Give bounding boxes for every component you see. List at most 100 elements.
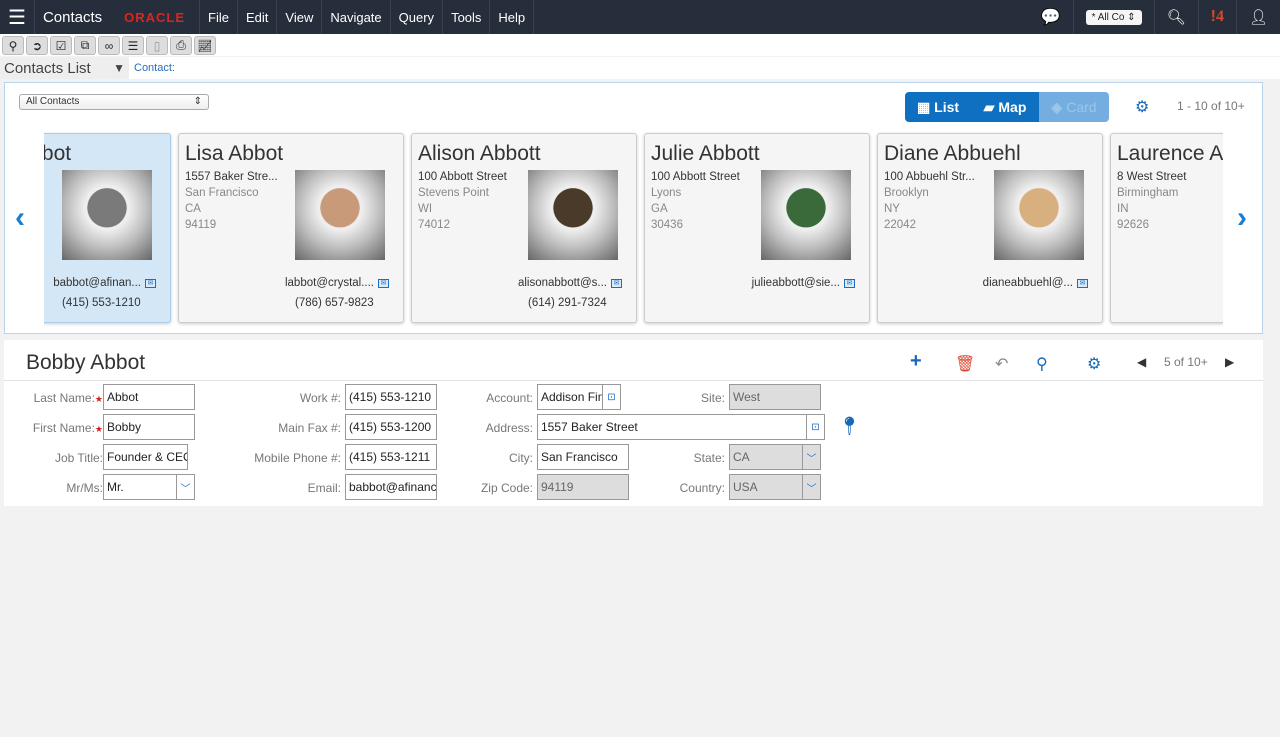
mr-ms-field[interactable]: Mr. ﹀ xyxy=(103,474,195,500)
label-text: Main Fax #: xyxy=(278,421,341,435)
state: CA xyxy=(185,203,201,215)
card-email[interactable]: dianeabbuehl@... ✉ xyxy=(983,277,1088,289)
state: GA xyxy=(651,203,668,215)
contact-card[interactable]: Lisa Abbot 1557 Baker Stre... San Francis… xyxy=(178,133,404,323)
last-name-label: Last Name:★ xyxy=(0,391,103,405)
account-label: Account: xyxy=(413,391,533,405)
state-field[interactable]: CA ﹀ xyxy=(729,444,821,470)
site-field[interactable]: West xyxy=(729,384,821,410)
card-address: 1557 Baker Stre... San Francisco CA 94119 xyxy=(185,169,278,233)
hamburger-icon[interactable]: ☰ xyxy=(0,0,35,34)
label: Card xyxy=(1066,99,1097,115)
field-value: Abbot xyxy=(107,390,139,404)
contact-card[interactable]: Julie Abbott 100 Abbott Street Lyons GA 304… xyxy=(644,133,870,323)
country-field[interactable]: USA ﹀ xyxy=(729,474,821,500)
layers-icon: ◈ xyxy=(1051,98,1063,115)
card-email[interactable]: alisonabbott@s... ✉ xyxy=(518,277,622,289)
filter-select[interactable]: All Contacts ⇕ xyxy=(19,94,209,110)
map-pin-icon[interactable]: 📍︎ xyxy=(838,416,861,437)
contact-card[interactable]: Laurence Abbott 8 West Street Birmingham I… xyxy=(1110,133,1223,323)
card-phone: (786) 657-9823 xyxy=(295,297,374,309)
menu-tools[interactable]: Tools xyxy=(443,0,491,34)
label-text: Site: xyxy=(700,391,725,405)
previous-arrow-icon[interactable]: ‹ xyxy=(15,201,25,235)
chat-icon[interactable]: 💬 xyxy=(1029,0,1073,34)
label-text: Address: xyxy=(485,421,533,435)
next-arrow-icon[interactable]: › xyxy=(1237,201,1247,235)
field-value: Founder & CEO xyxy=(107,450,188,464)
next-record-icon[interactable]: ▶ xyxy=(1225,355,1234,369)
add-icon[interactable]: + xyxy=(910,350,922,373)
contact-card[interactable]: Diane Abbuehl 100 Abbuehl Str... Brooklyn… xyxy=(877,133,1103,323)
print-icon[interactable]: ⎙ xyxy=(170,36,192,55)
field-value: Bobby xyxy=(107,420,142,434)
search-icon[interactable]: ⚲ xyxy=(2,36,24,55)
card-view-button[interactable]: ◈ Card xyxy=(1039,92,1109,122)
chevron-down-icon[interactable]: ﹀ xyxy=(802,445,820,469)
notifications-button[interactable]: ! 4 xyxy=(1197,0,1236,34)
view-name: Contacts List xyxy=(4,59,91,77)
state: NY xyxy=(884,203,900,215)
menu-view[interactable]: View xyxy=(277,0,323,34)
chart-icon[interactable]: 📈︎ xyxy=(194,36,216,55)
record-range: 1 - 10 of 10+ xyxy=(1177,99,1245,113)
street: 1557 Baker Stre... xyxy=(185,171,278,183)
street: 100 Abbuehl Str... xyxy=(884,171,975,183)
go-icon[interactable]: ➲ xyxy=(26,36,48,55)
caret-down-icon: ▼ xyxy=(113,61,125,75)
notification-count: 4 xyxy=(1215,8,1224,25)
list-view-button[interactable]: ▦ List xyxy=(905,92,971,122)
email-icon[interactable]: ✉ xyxy=(611,278,622,288)
card-email[interactable]: babbot@afinan... ✉ xyxy=(53,277,156,289)
email-icon[interactable]: ✉ xyxy=(1077,278,1088,288)
gear-icon[interactable]: ⚙ xyxy=(1087,354,1101,374)
undo-icon[interactable]: ↶ xyxy=(995,354,1008,374)
site-label: Site: xyxy=(605,391,725,405)
last-name-field[interactable]: Abbot xyxy=(103,384,195,410)
job-title-field[interactable]: Founder & CEO xyxy=(103,444,188,470)
first-name-field[interactable]: Bobby xyxy=(103,414,195,440)
contacts-list-panel: All Contacts ⇕ ▦ List ▰ Map ◈ Card ⚙ 1 - 10 … xyxy=(4,82,1263,334)
contact-card[interactable]: Bobby Abbot babbot@afinan... ✉ (415) 553-… xyxy=(44,133,171,323)
email-icon[interactable]: ✉ xyxy=(378,278,389,288)
country-label: Country: xyxy=(605,481,725,495)
search-icon[interactable]: ⚲ xyxy=(1036,354,1048,374)
card-email[interactable]: labbot@crystal.... ✉ xyxy=(285,277,389,289)
card-address: 100 Abbuehl Str... Brooklyn NY 22042 xyxy=(884,169,975,233)
company-selector[interactable]: * All Co ⇕ xyxy=(1072,0,1154,34)
checklist-icon[interactable]: ☑ xyxy=(50,36,72,55)
field-value: USA xyxy=(733,480,758,494)
email-icon[interactable]: ✉ xyxy=(145,278,156,288)
trash-icon[interactable]: 🗑︎ xyxy=(955,354,975,374)
user-icon[interactable]: 👤︎ xyxy=(1235,0,1280,34)
mr-ms-label: Mr/Ms: xyxy=(0,481,103,495)
card-phone: (415) 553-1210 xyxy=(62,297,141,309)
address-field[interactable]: 1557 Baker Street ⊡ xyxy=(537,414,825,440)
gear-icon[interactable]: ⚙ xyxy=(1135,97,1149,117)
email-icon[interactable]: ✉ xyxy=(844,278,855,288)
menu-file[interactable]: File xyxy=(200,0,238,34)
label-text: Last Name: xyxy=(33,391,95,405)
link-icon[interactable]: ∞ xyxy=(98,36,120,55)
copy-icon[interactable]: ⧉ xyxy=(74,36,96,55)
previous-record-icon[interactable]: ◀ xyxy=(1137,355,1146,369)
menu-help[interactable]: Help xyxy=(490,0,535,34)
contact-card[interactable]: Alison Abbott 100 Abbott Street Stevens P… xyxy=(411,133,637,323)
card-carousel: Bobby Abbot babbot@afinan... ✉ (415) 553-… xyxy=(44,131,1223,327)
clipboard-icon[interactable]: ▯ xyxy=(146,36,168,55)
chevron-down-icon[interactable]: ﹀ xyxy=(176,475,194,499)
chevron-down-icon[interactable]: ﹀ xyxy=(802,475,820,499)
menu-navigate[interactable]: Navigate xyxy=(322,0,391,34)
fax-label: Main Fax #: xyxy=(221,421,341,435)
menu-edit[interactable]: Edit xyxy=(238,0,278,34)
view-selector[interactable]: Contacts List ▼ xyxy=(0,57,129,79)
context-link[interactable]: Contact: xyxy=(129,62,175,74)
search-icon[interactable]: 🔍︎ xyxy=(1153,0,1198,34)
map-view-button[interactable]: ▰ Map xyxy=(971,92,1039,122)
card-name: Laurence Abbott xyxy=(1117,142,1223,165)
list-icon[interactable]: ☰ xyxy=(122,36,144,55)
card-email[interactable]: julieabbott@sie... ✉ xyxy=(752,277,855,289)
picker-icon[interactable]: ⊡ xyxy=(806,415,824,439)
breadcrumb: Contacts List ▼ Contact: xyxy=(0,57,1280,79)
menu-query[interactable]: Query xyxy=(391,0,444,34)
